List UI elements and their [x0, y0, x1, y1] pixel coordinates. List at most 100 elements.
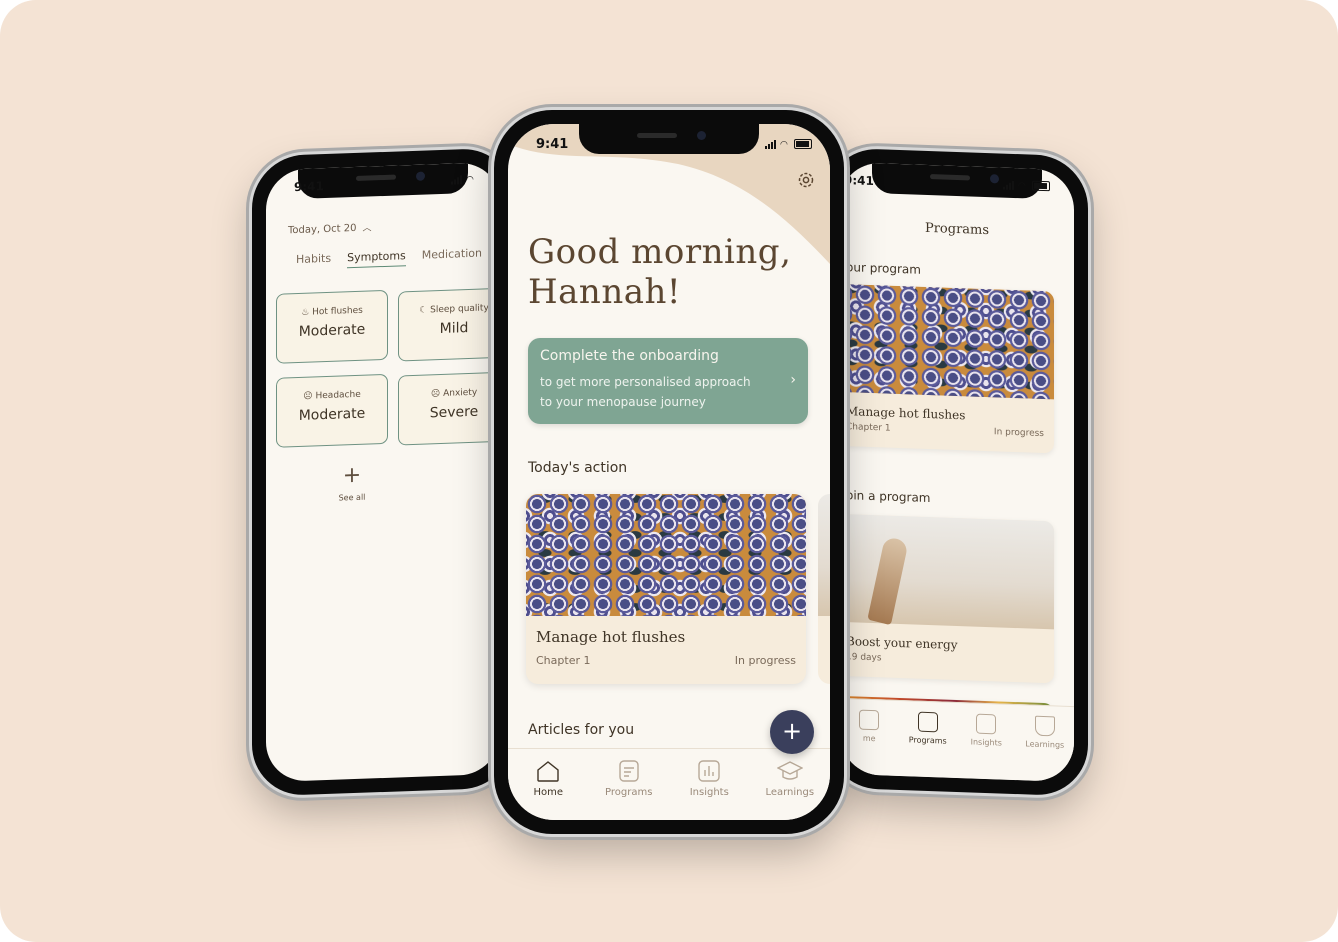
your-program-card[interactable]: Manage hot flushes Chapter 1 In progress [840, 283, 1054, 454]
wifi-icon: ◠ [466, 174, 474, 186]
symptoms-phone: 9:41 ◠ Today, Oct 20 ︿ Habits Symptoms Me… [252, 147, 514, 797]
tab-medication[interactable]: Medication [422, 247, 482, 266]
learnings-icon [776, 761, 803, 780]
nav-learnings[interactable]: Learnings [1018, 715, 1072, 782]
home-screen: 9:41 ◠ Good morning, Hannah! Complete th… [508, 124, 830, 820]
signal-icon [451, 175, 462, 185]
wifi-icon: ◠ [1018, 181, 1026, 192]
program-duration: 19 days [846, 652, 882, 664]
nav-programs[interactable]: Programs [594, 759, 664, 820]
tab-symptoms[interactable]: Symptoms [347, 249, 406, 269]
nav-insights[interactable]: Insights [959, 713, 1013, 780]
symptom-card-hot-flushes[interactable]: ♨ Hot flushes Moderate [276, 289, 388, 364]
bottom-nav: me Programs Insights Learnings [840, 697, 1074, 783]
chevron-up-icon: ︿ [362, 223, 372, 234]
program-title: Manage hot flushes [846, 404, 966, 423]
battery-icon [794, 139, 812, 149]
nav-learnings[interactable]: Learnings [755, 759, 825, 820]
gear-icon[interactable] [796, 170, 816, 190]
status-time: 9:41 [536, 137, 569, 152]
tracking-tabs: Habits Symptoms Medication [296, 247, 482, 270]
symptom-level: Mild [439, 320, 469, 338]
home-icon [859, 709, 880, 731]
notch [579, 124, 759, 154]
insights-icon [698, 760, 720, 782]
next-action-card[interactable] [818, 494, 830, 684]
nav-label: Insights [689, 787, 729, 798]
nav-label: Insights [970, 737, 1002, 748]
symptoms-screen: 9:41 ◠ Today, Oct 20 ︿ Habits Symptoms Me… [266, 161, 500, 783]
programs-screen: 9:41 ◠ Programs our program Manage hot f… [840, 161, 1074, 783]
add-button[interactable]: + [770, 710, 814, 754]
nav-programs[interactable]: Programs [901, 711, 955, 778]
learnings-icon [1034, 715, 1055, 737]
plus-icon: + [781, 717, 803, 745]
date-label: Today, Oct 20 [288, 222, 357, 237]
status-icons: ◠ [1003, 180, 1050, 192]
home-phone: 9:41 ◠ Good morning, Hannah! Complete th… [494, 110, 844, 834]
moon-icon: ☾ [419, 305, 431, 316]
symptom-name: Anxiety [443, 387, 478, 399]
tab-habits[interactable]: Habits [296, 252, 331, 270]
nav-label: me [862, 733, 876, 744]
onboarding-subtitle-line1: to get more personalised approach [540, 375, 751, 389]
greeting-heading: Good morning, Hannah! [528, 232, 792, 312]
insights-icon [976, 713, 997, 735]
symptom-card-headache[interactable]: ☹ Headache Moderate [276, 373, 388, 448]
nav-home[interactable]: me [842, 709, 896, 776]
program-status: In progress [993, 427, 1044, 440]
plus-icon: + [342, 462, 362, 489]
nav-home[interactable]: Home [513, 759, 583, 820]
action-title: Manage hot flushes [536, 628, 686, 646]
showcase-background: 9:41 ◠ Today, Oct 20 ︿ Habits Symptoms Me… [0, 0, 1338, 942]
symptom-name: Hot flushes [312, 305, 363, 318]
status-time: 9:41 [844, 173, 874, 189]
wifi-icon: ◠ [780, 140, 788, 150]
nav-label: Learnings [1025, 739, 1065, 750]
woman-sunset-image [840, 513, 1054, 630]
signal-icon [765, 140, 776, 149]
program-chapter: Chapter 1 [846, 422, 891, 434]
bottom-nav: Home Programs Insights Learnings [508, 748, 830, 820]
date-selector[interactable]: Today, Oct 20 ︿ [288, 220, 372, 236]
beach-umbrellas-image [526, 494, 806, 616]
symptom-card-sleep-quality[interactable]: ☾ Sleep quality Mild [398, 287, 500, 362]
next-action-image [818, 494, 830, 616]
onboarding-banner[interactable]: Complete the onboarding to get more pers… [528, 338, 808, 424]
symptom-level: Moderate [298, 321, 366, 340]
program-title: Boost your energy [846, 634, 958, 653]
face-icon: ☹ [430, 388, 444, 400]
signal-icon [1003, 180, 1014, 190]
nav-label: Programs [908, 735, 947, 746]
todays-action-heading: Today's action [528, 460, 628, 476]
your-program-heading: our program [846, 260, 921, 277]
nav-label: Home [533, 787, 564, 798]
symptom-card-anxiety[interactable]: ☹ Anxiety Severe [398, 371, 500, 446]
programs-phone: 9:41 ◠ Programs our program Manage hot f… [826, 147, 1088, 797]
join-program-card[interactable]: Boost your energy 19 days [840, 513, 1054, 684]
chevron-right-icon: › [790, 372, 796, 388]
programs-icon [917, 711, 938, 733]
status-icons: ◠ [451, 175, 476, 185]
flame-icon: ♨ [301, 307, 313, 318]
action-card[interactable]: Manage hot flushes Chapter 1 In progress [526, 494, 806, 684]
nav-label: Programs [605, 787, 653, 798]
programs-icon [619, 760, 639, 782]
see-all-button[interactable]: + See all [332, 462, 372, 503]
symptom-level: Severe [429, 403, 479, 422]
status-time: 9:41 [294, 179, 324, 195]
symptom-name: Headache [315, 389, 361, 402]
nav-label: Learnings [765, 787, 815, 798]
symptom-level: Moderate [298, 405, 366, 424]
action-status: In progress [734, 654, 796, 667]
symptom-name: Sleep quality [430, 303, 489, 316]
onboarding-subtitle-line2: to your menopause journey [540, 395, 706, 409]
page-title: Programs [924, 220, 990, 239]
battery-icon [1032, 180, 1050, 192]
join-program-heading: oin a program [846, 488, 931, 506]
see-all-label: See all [338, 492, 366, 503]
nav-insights[interactable]: Insights [674, 759, 744, 820]
face-icon: ☹ [303, 391, 316, 402]
beach-umbrellas-image [840, 283, 1054, 400]
articles-heading: Articles for you [528, 722, 635, 738]
